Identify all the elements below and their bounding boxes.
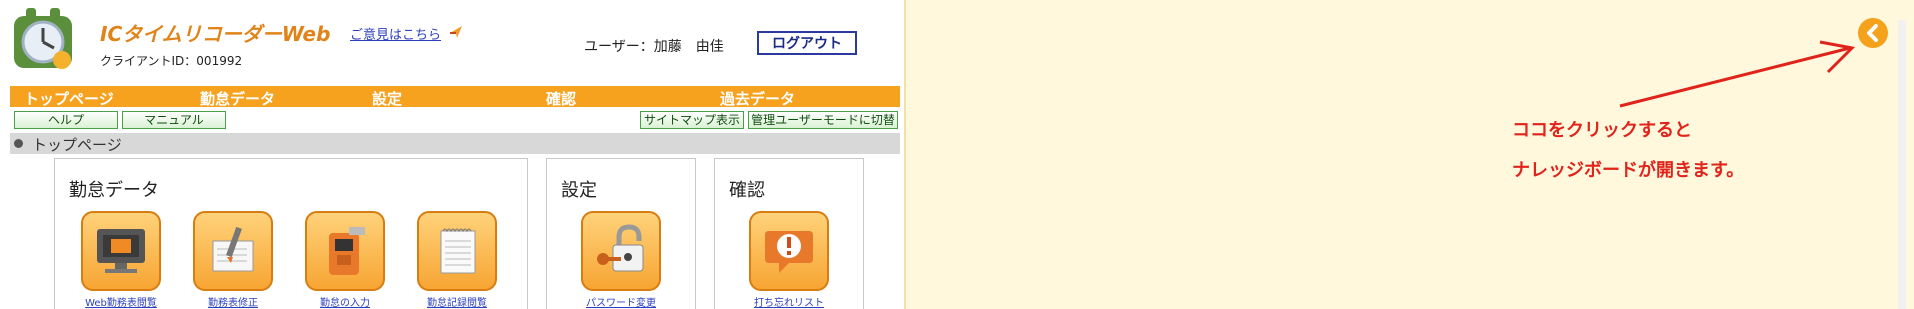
logout-button[interactable]: ログアウト [757,31,857,55]
attendance-panel-title: 勤怠データ [69,180,159,201]
annotation-line-2: ナレッジボードが開きます。 [1512,160,1745,181]
time-recorder-icon[interactable] [305,211,385,291]
monitor-icon[interactable] [81,211,161,291]
tile-attendance-records-label[interactable]: 勤怠記録閲覧 [417,294,497,309]
knowledge-board-toggle-button[interactable] [1858,18,1888,48]
settings-panel-title: 設定 [561,180,597,201]
client-id: クライアントID：001992 [100,54,243,68]
user-label: ユーザー：加藤 由佳 [584,39,724,55]
app-title: ICタイムリコーダーWeb [100,22,331,46]
app-logo-icon [14,8,72,69]
tile-web-timesheet[interactable]: Web勤務表閲覧 [81,211,161,309]
feedback-arrow-icon[interactable] [448,24,464,40]
annotation-line-1: ココをクリックすると [1512,120,1692,141]
main-nav: トップページ 勤怠データ 設定 確認 過去データ [10,86,900,109]
tile-web-timesheet-label[interactable]: Web勤務表閲覧 [81,294,161,309]
nav-item-attendance[interactable]: 勤怠データ [200,88,275,109]
tile-attendance-records[interactable]: 勤怠記録閲覧 [417,211,497,309]
nav-item-top[interactable]: トップページ [24,88,114,109]
tile-missed-punch-list[interactable]: 打ち忘れリスト [749,211,829,309]
settings-panel: 設定 パスワード変更 [546,158,696,309]
sub-toolbar: ヘルプ マニュアル サイトマップ表示 管理ユーザーモードに切替 [10,109,900,131]
padlock-icon[interactable] [581,211,661,291]
chevron-left-icon[interactable] [1858,18,1888,48]
nav-item-history[interactable]: 過去データ [720,88,795,109]
confirm-panel-title: 確認 [729,180,765,201]
header: ICタイムリコーダーWeb クライアントID：001992 ご意見はこちら ユー… [0,0,904,84]
edit-pen-icon[interactable] [193,211,273,291]
breadcrumb: トップページ [10,133,900,154]
admin-mode-button[interactable]: 管理ユーザーモードに切替 [748,111,898,129]
sitemap-button[interactable]: サイトマップ表示 [640,111,744,129]
tile-attendance-input-label[interactable]: 勤怠の入力 [305,294,385,309]
nav-item-settings[interactable]: 設定 [372,88,402,109]
notepad-icon[interactable] [417,211,497,291]
tile-missed-punch-list-label[interactable]: 打ち忘れリスト [749,294,829,309]
bullet-icon [14,139,23,148]
tile-timesheet-edit[interactable]: 勤務表修正 [193,211,273,309]
feedback-link[interactable]: ご意見はこちら [350,24,441,43]
tile-password-change-label[interactable]: パスワード変更 [581,294,661,309]
tile-timesheet-edit-label[interactable]: 勤務表修正 [193,294,273,309]
tile-attendance-input[interactable]: 勤怠の入力 [305,211,385,309]
nav-item-confirm[interactable]: 確認 [546,88,576,109]
confirm-panel: 確認 打ち忘れリスト [714,158,864,309]
attendance-panel: 勤怠データ Web勤務表閲覧 勤務表修正 勤怠の入力 勤怠記録閲覧 [54,158,528,309]
scrollbar[interactable] [1898,20,1906,309]
app-window: ICタイムリコーダーWeb クライアントID：001992 ご意見はこちら ユー… [0,0,906,309]
tile-password-change[interactable]: パスワード変更 [581,211,661,309]
callout-arrow-icon [1619,40,1856,108]
alert-bubble-icon[interactable] [749,211,829,291]
breadcrumb-label: トップページ [32,136,122,154]
help-button[interactable]: ヘルプ [14,111,118,129]
manual-button[interactable]: マニュアル [122,111,226,129]
